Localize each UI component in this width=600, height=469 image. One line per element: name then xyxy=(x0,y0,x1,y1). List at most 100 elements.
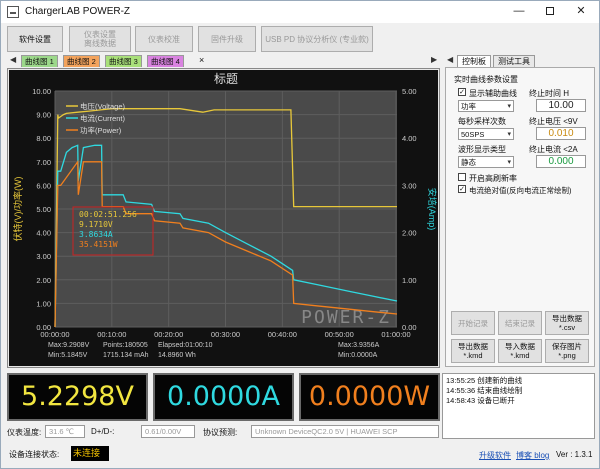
show-aux-label: 显示辅助曲线 xyxy=(469,89,517,98)
x-tick-label: 00:20:00 xyxy=(154,330,183,339)
legend-item: 功率(Power) xyxy=(80,125,122,135)
cursor-readout-line: 35.4151W xyxy=(79,240,118,249)
software-settings-button[interactable]: 软件设置 xyxy=(7,26,63,52)
wave-type-select[interactable]: 静态 xyxy=(458,156,514,168)
app-window: ChargerLAB POWER-Z — ✕ 软件设置 仪表设置 离线数据 仪表… xyxy=(0,0,600,469)
y-right-tick-label: 4.00 xyxy=(402,134,417,143)
log-line: 14:55:36 结束曲线绘制 xyxy=(446,386,523,395)
maximize-button[interactable] xyxy=(535,2,565,22)
temp-value: 31.6 ℃ xyxy=(45,425,85,438)
connection-label: 设备连接状态: xyxy=(9,450,60,459)
power-display: 0.0000W xyxy=(299,373,440,421)
y-tick-label: 8.00 xyxy=(36,134,51,143)
x-tick-label: 00:00:00 xyxy=(40,330,69,339)
cursor-readout-line: 00:02:51.256 xyxy=(79,210,137,219)
tab-curve-4[interactable]: 曲线图 4 xyxy=(147,55,184,67)
voltage-value: 5.2298V xyxy=(21,381,134,412)
tab-control-panel[interactable]: 控制板 xyxy=(457,55,491,67)
import-kmd-button[interactable]: 导入数据 *.kmd xyxy=(498,339,542,363)
chart-stat: Max:9.2908V xyxy=(48,342,90,349)
maximize-icon xyxy=(546,7,554,16)
firmware-upgrade-button[interactable]: 固件升级 xyxy=(198,26,256,52)
chart-stat: Elapsed:01:00:10 xyxy=(158,342,213,349)
save-png-button[interactable]: 保存图片 *.png xyxy=(545,339,589,363)
y-tick-label: 3.00 xyxy=(36,252,51,261)
y-tick-label: 10.00 xyxy=(32,87,51,96)
dpdm-label: D+/D-: xyxy=(91,427,115,436)
event-log[interactable]: 13:55:25 创建新的曲线 14:55:36 结束曲线绘制 14:58:43… xyxy=(442,373,595,439)
export-csv-button[interactable]: 导出数据 *.csv xyxy=(545,311,589,335)
high-refresh-label: 开启高刷新率 xyxy=(469,174,517,183)
legend-item: 电压(Voltage) xyxy=(80,101,126,111)
pd-analyzer-button[interactable]: USB PD 协议分析仪 (专业款) xyxy=(261,26,373,52)
tab-scroll-right-icon[interactable]: ▶ xyxy=(431,55,437,64)
high-refresh-checkbox[interactable] xyxy=(458,173,466,181)
tab-curve-3[interactable]: 曲线图 3 xyxy=(105,55,142,67)
dpdm-value: 0.61/0.00V xyxy=(141,425,195,438)
voltage-display: 5.2298V xyxy=(7,373,148,421)
y-right-tick-label: 1.00 xyxy=(402,276,417,285)
end-time-label: 终止时间 H xyxy=(529,89,569,98)
status-bar: 设备连接状态: 未连接 升级软件 博客 blog Ver : 1.3.1 xyxy=(1,444,599,468)
export-kmd-button[interactable]: 导出数据 *.kmd xyxy=(451,339,495,363)
power-value: 0.0000W xyxy=(308,381,431,412)
meter-status-row: 仪表温度: 31.6 ℃ D+/D-: 0.61/0.00V 协议预测: Unk… xyxy=(7,425,440,439)
connection-status: 未连接 xyxy=(71,446,109,461)
y-right-tick-label: 0.00 xyxy=(402,323,417,332)
protocol-label: 协议预测: xyxy=(203,428,238,437)
chart-stat: Max:3.9356A xyxy=(338,342,380,349)
curve-tabs: ◀ 曲线图 1 曲线图 2 曲线图 3 曲线图 4 × ▶ xyxy=(1,55,441,68)
chart-stat: Min:5.1845V xyxy=(48,352,88,359)
y-right-tick-label: 3.00 xyxy=(402,181,417,190)
chart[interactable]: 标题 0.00 1.00 2.00 3.00 4.00 5.00 6.00 7.00 8.00 9.… xyxy=(8,69,439,367)
log-line: 13:55:25 创建新的曲线 xyxy=(446,376,523,385)
end-current-input[interactable]: 0.000 xyxy=(536,155,586,168)
show-aux-checkbox[interactable]: ✓ xyxy=(458,88,466,96)
panel-tab-left-icon[interactable]: ◀ xyxy=(447,55,453,64)
y-tick-label: 4.00 xyxy=(36,229,51,238)
chart-title: 标题 xyxy=(214,72,238,86)
end-voltage-label: 终止电压 <9V xyxy=(529,117,578,126)
close-tab-icon[interactable]: × xyxy=(199,55,204,65)
chart-stat: 1715.134 mAh xyxy=(103,352,149,359)
tab-scroll-left-icon[interactable]: ◀ xyxy=(10,55,16,64)
x-tick-label: 00:40:00 xyxy=(268,330,297,339)
live-readouts: 5.2298V 0.0000A 0.0000W xyxy=(7,373,440,421)
current-value: 0.0000A xyxy=(167,381,280,412)
abs-current-label: 电流绝对值(反向电流正常绘制) xyxy=(469,186,572,195)
y-tick-label: 2.00 xyxy=(36,276,51,285)
log-line: 14:58:43 设备已断开 xyxy=(446,396,515,405)
close-button[interactable]: ✕ xyxy=(566,2,596,22)
legend-item: 电流(Current) xyxy=(80,113,126,123)
panel-section-title: 实时曲线参数设置 xyxy=(454,75,518,84)
minimize-button[interactable]: — xyxy=(504,2,534,22)
current-display: 0.0000A xyxy=(153,373,294,421)
toolbar: 软件设置 仪表设置 离线数据 仪表校准 固件升级 USB PD 协议分析仪 (专… xyxy=(1,23,599,57)
meter-calibrate-button[interactable]: 仪表校准 xyxy=(135,26,193,52)
tab-curve-2[interactable]: 曲线图 2 xyxy=(63,55,100,67)
x-tick-label: 00:10:00 xyxy=(97,330,126,339)
y-axis-label-right: 安培(Amp) xyxy=(427,188,438,231)
stop-record-button[interactable]: 结束记录 xyxy=(498,311,542,335)
end-time-input[interactable]: 10.00 xyxy=(536,99,586,112)
meter-settings-button[interactable]: 仪表设置 离线数据 xyxy=(69,26,131,52)
abs-current-checkbox[interactable]: ✓ xyxy=(458,185,466,193)
x-tick-label: 00:50:00 xyxy=(325,330,354,339)
y-right-tick-label: 5.00 xyxy=(402,87,417,96)
protocol-value: Unknown DeviceQC2.0 5V | HUAWEI SCP xyxy=(251,425,439,438)
version-label: Ver : 1.3.1 xyxy=(556,450,593,459)
tab-curve-1[interactable]: 曲线图 1 xyxy=(21,55,58,67)
tab-test-tools[interactable]: 测试工具 xyxy=(493,55,535,67)
x-tick-label: 00:30:00 xyxy=(211,330,240,339)
start-record-button[interactable]: 开始记录 xyxy=(451,311,495,335)
chart-stat: 14.8960 Wh xyxy=(158,352,196,359)
cursor-readout-line: 3.8634A xyxy=(79,230,113,239)
blog-link[interactable]: 博客 blog xyxy=(516,450,549,461)
aux-curve-select[interactable]: 功率 xyxy=(458,100,514,112)
sample-rate-select[interactable]: 50SPS xyxy=(458,128,514,140)
y-axis-label-left: 伏特(V)/功率(W) xyxy=(12,177,23,242)
watermark: POWER-Z xyxy=(301,307,391,328)
y-tick-label: 9.00 xyxy=(36,111,51,120)
end-voltage-input[interactable]: 0.010 xyxy=(536,127,586,140)
upgrade-link[interactable]: 升级软件 xyxy=(479,450,511,461)
